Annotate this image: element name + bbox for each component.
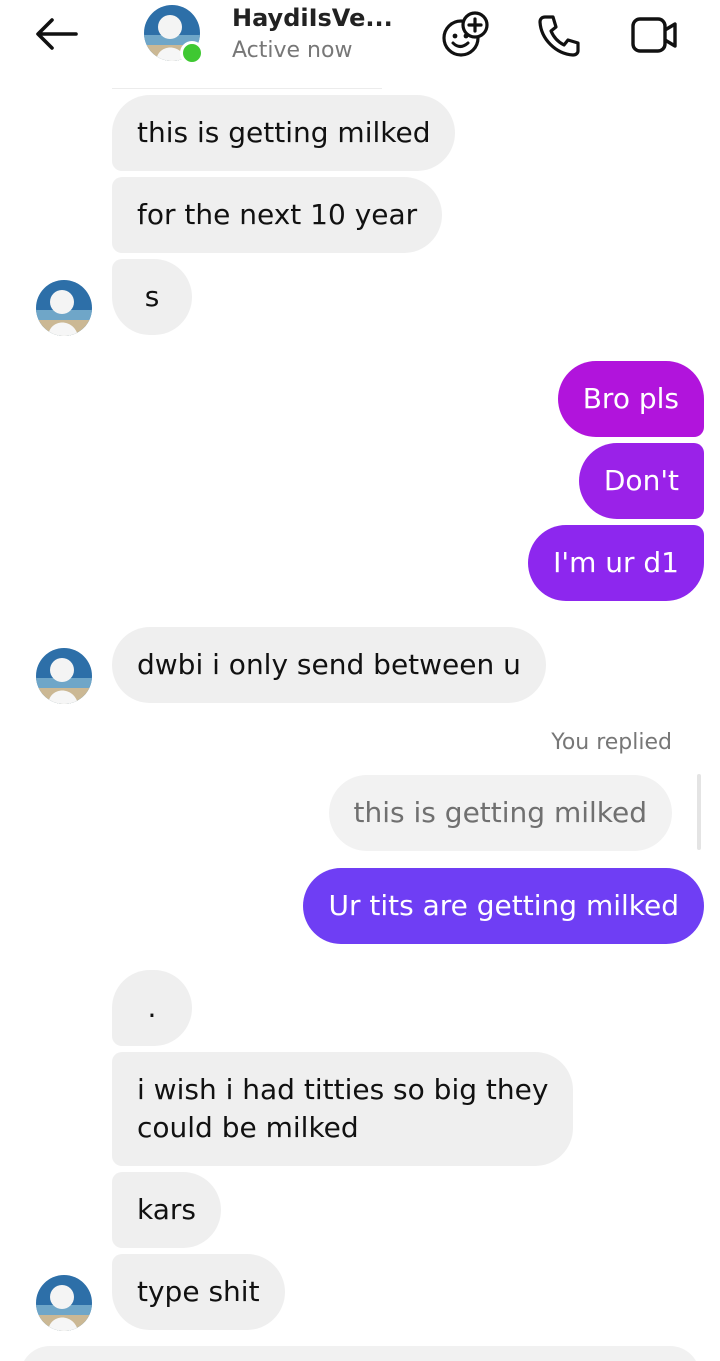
quoted-reply-bubble[interactable]: this is getting milked [328,775,672,851]
message-text-line: i wish i had titties so big they [137,1073,549,1106]
contact-avatar[interactable] [144,5,204,65]
message-text: Bro pls [582,382,679,415]
message-text: Ur tits are getting milked [328,889,679,922]
message-text-line: could be milked [137,1111,359,1144]
phone-icon [538,15,580,57]
reply-label: You replied [551,730,672,755]
video-call-button[interactable] [628,8,682,62]
active-status: Active now [232,38,353,63]
header-divider [112,88,382,89]
online-status-dot [180,41,204,65]
avatar-image [36,648,92,704]
contact-name[interactable]: HaydiIsVe... [232,4,393,32]
audio-call-button[interactable] [532,8,586,62]
message-bubble-incoming[interactable]: kars [112,1172,221,1248]
message-text: . [147,991,157,1024]
message-bubble-incoming[interactable]: . [112,970,192,1046]
back-arrow-icon [36,18,78,50]
sender-avatar[interactable] [36,1275,92,1331]
effects-button[interactable] [438,8,492,62]
message-bubble-outgoing[interactable]: Don't [578,443,704,519]
message-bubble-incoming[interactable]: type shit [112,1254,285,1330]
sender-avatar[interactable] [36,280,92,336]
message-text: I'm ur d1 [553,546,679,579]
message-bubble-outgoing[interactable]: Bro pls [557,361,704,437]
message-bubble-incoming[interactable]: for the next 10 year [112,177,443,253]
avatar-image [36,1275,92,1331]
message-bubble-incoming[interactable]: this is getting milked [112,95,456,171]
message-text: dwbi i only send between u [137,648,521,681]
back-button[interactable] [30,12,82,56]
chat-header: HaydiIsVe... Active now [0,0,720,88]
message-text: s [144,280,160,313]
message-bubble-incoming[interactable]: i wish i had titties so big they could b… [112,1052,574,1166]
sender-avatar[interactable] [36,648,92,704]
video-icon [631,17,677,53]
message-text: type shit [137,1275,260,1308]
message-text: Don't [603,464,679,497]
message-bubble-incoming[interactable]: s [112,259,192,335]
message-bubble-outgoing[interactable]: Ur tits are getting milked [303,868,704,944]
message-text: this is getting milked [137,116,431,149]
avatar-image [36,280,92,336]
message-text: for the next 10 year [137,198,418,231]
message-bubble-incoming[interactable]: dwbi i only send between u [112,627,546,703]
message-text: kars [137,1193,196,1226]
message-composer[interactable] [20,1346,700,1361]
reply-indicator-bar [697,774,701,850]
quoted-text: this is getting milked [353,796,647,829]
message-bubble-outgoing[interactable]: I'm ur d1 [528,525,704,601]
effects-icon [442,11,489,57]
